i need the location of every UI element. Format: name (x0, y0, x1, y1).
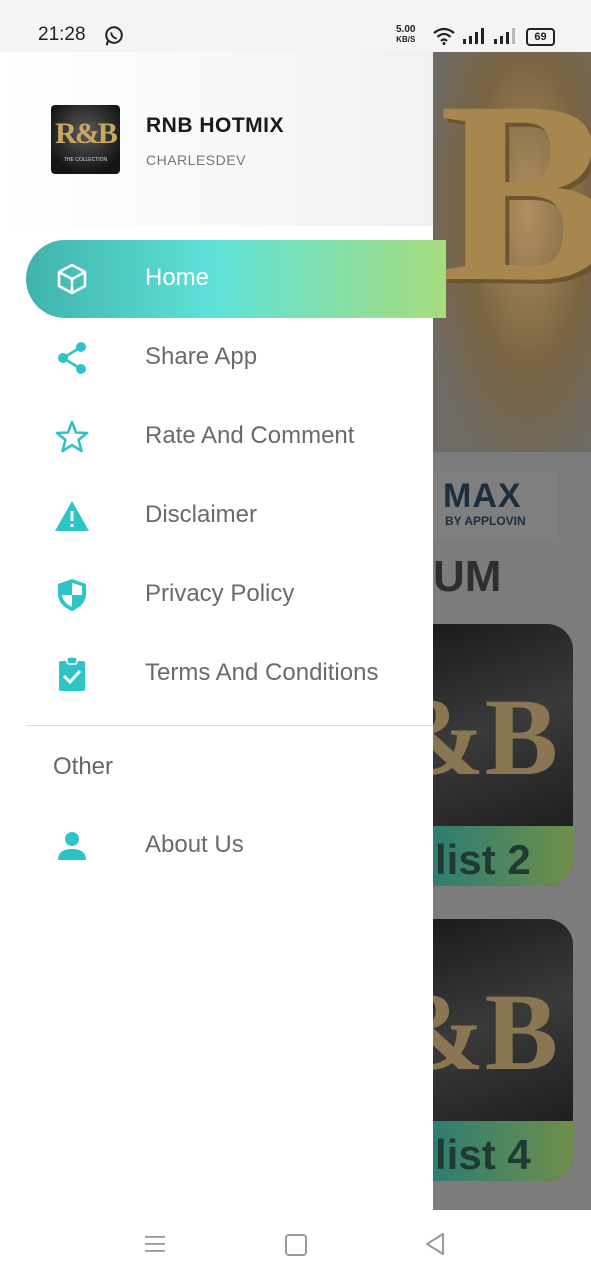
menu-item-terms[interactable]: Terms And Conditions (0, 635, 433, 713)
home-button[interactable] (285, 1234, 307, 1256)
background-section-title: UM (433, 552, 502, 601)
system-navigation-bar (0, 1210, 591, 1280)
card-label: list 4 (435, 1131, 531, 1178)
network-speed: 5.00 KB/S (396, 25, 415, 45)
ad-by-text: BY APPLOVIN (445, 514, 526, 528)
playlist-card: &B list 2 (433, 624, 573, 886)
network-speed-unit: KB/S (396, 35, 416, 44)
menu-item-rate[interactable]: Rate And Comment (0, 398, 433, 476)
menu-item-label: Privacy Policy (145, 580, 295, 607)
back-button[interactable] (424, 1232, 446, 1256)
menu-item-about-us[interactable]: About Us (0, 807, 433, 885)
card-art: &B (433, 971, 558, 1093)
wifi-icon (433, 27, 455, 45)
star-icon (55, 420, 89, 453)
person-icon (58, 832, 86, 860)
menu-item-label: Rate And Comment (145, 422, 355, 449)
menu-item-home[interactable]: Home (0, 240, 446, 318)
drawer-header: R&B THE COLLECTION RNB HOTMIX CHARLESDEV (0, 52, 433, 226)
hero-letter-art: B (439, 52, 591, 336)
whatsapp-icon (105, 26, 123, 46)
warning-icon (55, 501, 89, 531)
menu-item-label: Home (145, 264, 210, 291)
menu-item-privacy-policy[interactable]: Privacy Policy (0, 556, 433, 634)
menu-item-share-app[interactable]: Share App (0, 319, 433, 397)
status-time: 21:28 (38, 24, 86, 45)
share-icon (58, 342, 86, 374)
menu-item-label: Share App (145, 343, 258, 370)
card-art: &B (433, 676, 558, 798)
menu-item-disclaimer[interactable]: Disclaimer (0, 477, 433, 555)
other-section-title: Other (53, 753, 114, 780)
app-title: RNB HOTMIX (146, 114, 284, 137)
section-divider (26, 725, 433, 726)
background-app-scrim[interactable]: B MAX BY APPLOVIN UM &B list 2 &B list 4 (433, 52, 591, 1210)
recents-button[interactable] (144, 1233, 166, 1255)
battery-indicator: 69 (526, 28, 555, 46)
shield-icon (58, 579, 86, 611)
signal-icon-2 (494, 28, 515, 44)
signal-icon (463, 28, 484, 44)
logo-text: R&B (55, 117, 118, 150)
network-speed-value: 5.00 (396, 24, 416, 35)
app-logo: R&B THE COLLECTION (51, 105, 120, 174)
menu-item-label: Disclaimer (145, 501, 258, 528)
navigation-drawer: R&B THE COLLECTION RNB HOTMIX CHARLESDEV… (0, 52, 446, 1210)
playlist-card: &B list 4 (433, 919, 573, 1181)
menu-item-label: Terms And Conditions (145, 659, 379, 686)
background-hero-image: B (433, 52, 591, 452)
developer-name: CHARLESDEV (146, 152, 246, 168)
status-bar: 21:28 5.00 KB/S 69 (0, 0, 591, 52)
card-label: list 2 (435, 836, 531, 883)
ad-brand-text: MAX (443, 477, 522, 515)
logo-subtext: THE COLLECTION (63, 157, 108, 163)
clipboard-check-icon (59, 656, 85, 691)
cube-icon (57, 263, 87, 295)
menu-item-label: About Us (145, 831, 244, 858)
